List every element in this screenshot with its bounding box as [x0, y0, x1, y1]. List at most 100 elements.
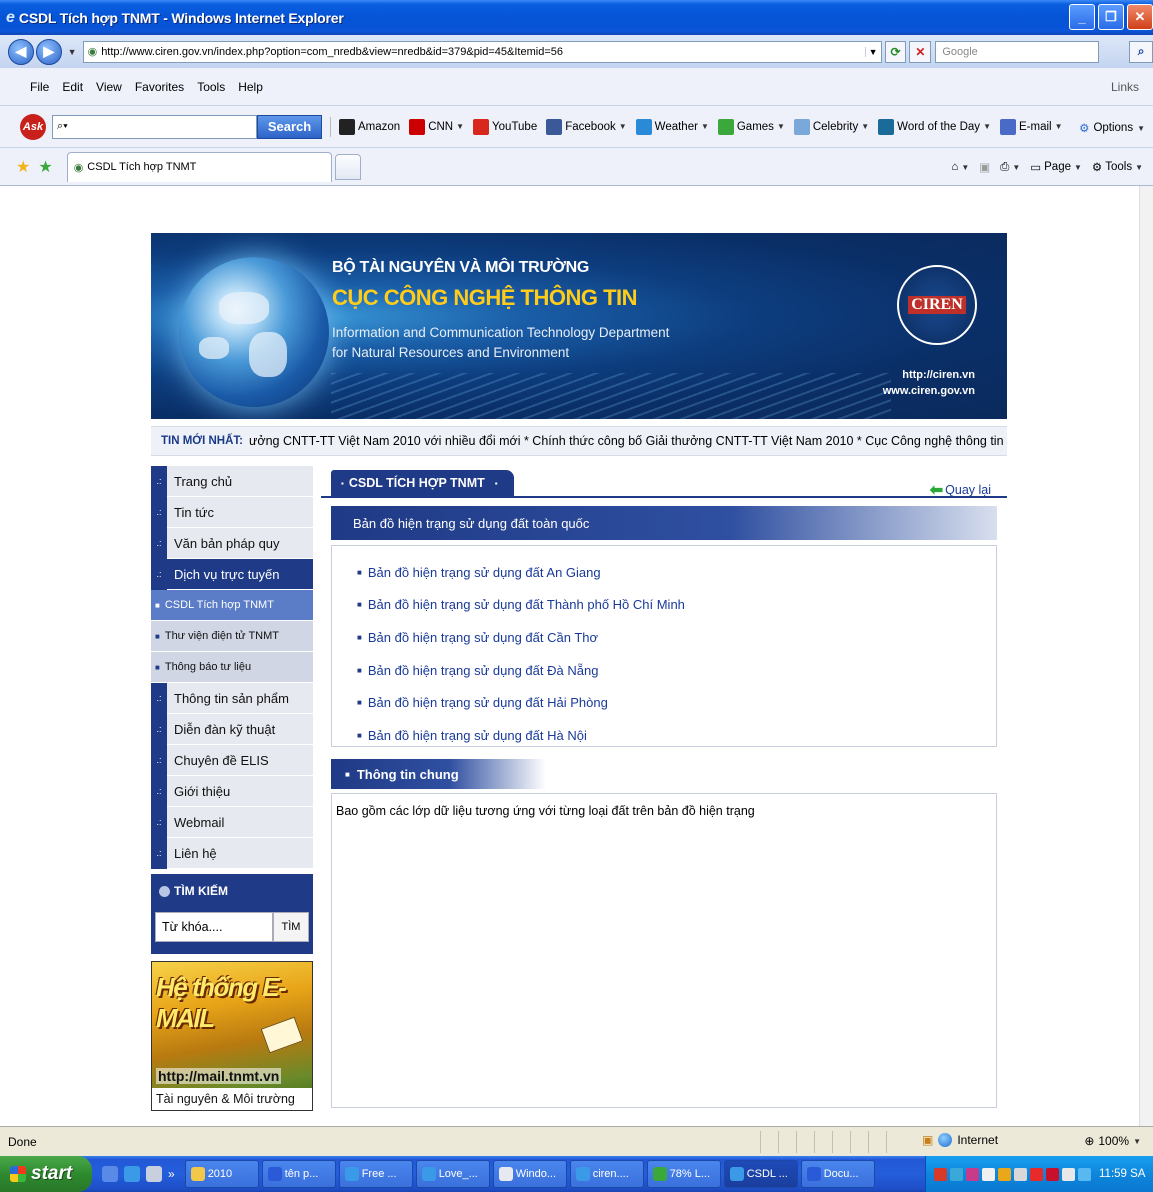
menu-help[interactable]: Help — [238, 80, 263, 94]
home-button[interactable]: ⌂ ▼ — [951, 161, 969, 173]
forward-button[interactable]: ▶ — [35, 38, 62, 65]
add-favorites-icon[interactable]: ★ — [38, 157, 52, 177]
sidebar-item-11[interactable]: .: Webmail — [151, 806, 313, 838]
url-field[interactable]: ◉ http://www.ciren.gov.vn/index.php?opti… — [82, 40, 882, 63]
taskbar-button[interactable]: Free ... — [338, 1160, 413, 1188]
keyword-search-button[interactable]: TÌM — [273, 912, 309, 942]
speaker-icon[interactable] — [1014, 1167, 1027, 1181]
clock[interactable]: 11:59 SA — [1099, 1168, 1145, 1180]
sidebar-item-6[interactable]: ■ Thông báo tư liệu — [151, 652, 313, 683]
search-go-button[interactable]: ⌕ — [1129, 40, 1153, 63]
sidebar-item-10[interactable]: .: Giới thiệu — [151, 775, 313, 807]
network-icon[interactable] — [1078, 1167, 1091, 1181]
news-ticker: TIN MỚI NHẤT: ưởng CNTT-TT Việt Nam 2010… — [151, 426, 1007, 456]
menu-edit[interactable]: Edit — [62, 80, 83, 94]
toolbar-item-youtube[interactable]: YouTube — [473, 118, 537, 135]
tray-icon[interactable] — [982, 1167, 995, 1181]
print-button[interactable]: ⎙ ▼ — [1000, 161, 1020, 174]
tray-icon[interactable] — [1062, 1167, 1075, 1181]
toolbar-item-amazon[interactable]: Amazon — [339, 118, 400, 135]
back-button[interactable]: ◀ — [8, 38, 34, 65]
options-button[interactable]: ⚙ Options ▼ — [1079, 121, 1145, 135]
sidebar-item-0[interactable]: .: Trang chủ — [151, 465, 313, 497]
restore-button[interactable]: ❐ — [1098, 4, 1124, 30]
close-button[interactable]: ✕ — [1127, 4, 1153, 30]
taskbar-button[interactable]: tên p... — [261, 1160, 336, 1188]
minimize-button[interactable]: _ — [1069, 4, 1095, 30]
new-tab-button[interactable] — [334, 153, 361, 180]
app-icon — [652, 1167, 667, 1181]
toolbar-item-games[interactable]: Games ▼ — [717, 118, 785, 135]
tray-icon[interactable] — [998, 1167, 1011, 1181]
ask-logo-icon[interactable]: Ask — [20, 113, 46, 140]
tray-icon[interactable] — [1030, 1167, 1043, 1181]
bullet-icon: .: — [151, 775, 167, 807]
ask-search-button[interactable]: Search — [257, 114, 322, 139]
list-item[interactable]: ■ Bản đồ hiện trạng sử dụng đất Hải Phòng — [357, 686, 996, 719]
browser-tab[interactable]: ◉ CSDL Tích hợp TNMT — [66, 151, 332, 182]
history-dropdown-icon[interactable]: ▼ — [68, 47, 77, 57]
keyword-input[interactable]: Từ khóa.... — [155, 912, 273, 942]
vertical-scrollbar[interactable] — [1139, 186, 1153, 1126]
page-menu-button[interactable]: ▭ Page ▼ — [1030, 160, 1082, 174]
banner-ministry: BỘ TÀI NGUYÊN VÀ MÔI TRƯỜNG — [332, 259, 590, 276]
list-item[interactable]: ■ Bản đồ hiện trạng sử dụng đất Cần Thơ — [357, 621, 996, 654]
menu-tools[interactable]: Tools — [197, 80, 225, 94]
taskbar-button[interactable]: CSDL ... — [723, 1160, 798, 1188]
toolbar-item-word-of-the-day[interactable]: Word of the Day ▼ — [878, 118, 991, 135]
favorites-star-icon[interactable]: ★ — [16, 157, 30, 177]
url-dropdown-icon[interactable]: ▼ — [864, 46, 881, 57]
refresh-button[interactable]: ⟳ — [884, 40, 907, 63]
stop-button[interactable]: ✕ — [909, 40, 932, 63]
tray-icon[interactable] — [966, 1167, 979, 1181]
back-link[interactable]: ⬅ Quay lại — [930, 480, 991, 500]
sidebar-item-7[interactable]: .: Thông tin sản phẩm — [151, 682, 313, 714]
zoom-control[interactable]: ⊕ 100% ▼ — [1084, 1134, 1141, 1148]
sidebar-item-9[interactable]: .: Chuyên đề ELIS — [151, 744, 313, 776]
menu-view[interactable]: View — [96, 80, 122, 94]
quick-launch-ie-icon[interactable] — [124, 1166, 140, 1182]
toolbar-item-celebrity[interactable]: Celebrity ▼ — [793, 118, 869, 135]
tools-menu-button[interactable]: ⚙ Tools ▼ — [1092, 160, 1143, 174]
sidebar-item-8[interactable]: .: Diễn đàn kỹ thuật — [151, 713, 313, 745]
ask-search-input[interactable]: ⌕▾ — [52, 114, 257, 139]
feeds-button[interactable]: ▣ — [979, 160, 990, 174]
ticker-text[interactable]: ưởng CNTT-TT Việt Nam 2010 với nhiều đổi… — [249, 434, 1007, 448]
sidebar-item-12[interactable]: .: Liên hệ — [151, 837, 313, 869]
toolbar-item-facebook[interactable]: Facebook ▼ — [546, 118, 627, 135]
list-item[interactable]: ■ Bản đồ hiện trạng sử dụng đất An Giang — [357, 556, 996, 589]
toolbar-item-cnn[interactable]: CNN ▼ — [409, 118, 464, 135]
quick-launch-app-icon[interactable] — [102, 1166, 118, 1182]
taskbar-button[interactable]: 78% L... — [646, 1160, 721, 1188]
list-item[interactable]: ■ Bản đồ hiện trạng sử dụng đất Đà Nẵng — [357, 654, 996, 687]
taskbar-button[interactable]: Windo... — [492, 1160, 567, 1188]
quick-launch-more-icon[interactable]: » — [168, 1167, 175, 1181]
sidebar-item-5[interactable]: ■ Thư viện điện tử TNMT — [151, 621, 313, 652]
email-system-ad[interactable]: Hệ thống E-MAIL http://mail.tnmt.vn Tài … — [151, 961, 313, 1111]
tray-icon[interactable] — [1046, 1167, 1059, 1181]
search-input[interactable]: Google — [935, 40, 1100, 63]
list-item[interactable]: ■ Bản đồ hiện trạng sử dụng đất Hà Nội — [357, 719, 996, 752]
sidebar-item-3[interactable]: .: Dịch vụ trực tuyến — [151, 558, 313, 590]
sidebar-item-2[interactable]: .: Văn bản pháp quy — [151, 527, 313, 559]
list-item[interactable]: ■ Bản đồ hiện trạng sử dụng đất Thành phố… — [357, 589, 996, 622]
security-zone[interactable]: ▣ Internet — [922, 1133, 998, 1147]
ciren-logo: CIREN — [897, 265, 977, 345]
sidebar-item-4[interactable]: ■ CSDL Tích hợp TNMT — [151, 590, 313, 621]
taskbar-button[interactable]: ciren.... — [569, 1160, 644, 1188]
toolbar-item-weather[interactable]: Weather ▼ — [635, 118, 709, 135]
links-button[interactable]: Links — [1111, 80, 1139, 94]
sidebar-item-1[interactable]: .: Tin tức — [151, 496, 313, 528]
toolbar-item-e-mail[interactable]: E-mail ▼ — [999, 118, 1063, 135]
menu-favorites[interactable]: Favorites — [135, 80, 184, 94]
tray-icon[interactable] — [934, 1167, 947, 1181]
taskbar-folder-2010[interactable]: 2010 — [184, 1160, 259, 1188]
menu-file[interactable]: File — [30, 80, 49, 94]
tray-icon[interactable] — [950, 1167, 963, 1181]
sidebar-item-label: Văn bản pháp quy — [174, 535, 280, 551]
taskbar-button[interactable]: Love_... — [415, 1160, 490, 1188]
taskbar-button[interactable]: Docu... — [800, 1160, 875, 1188]
quick-launch-desktop-icon[interactable] — [146, 1166, 162, 1182]
start-button[interactable]: start — [0, 1156, 92, 1192]
app-icon — [575, 1167, 590, 1181]
